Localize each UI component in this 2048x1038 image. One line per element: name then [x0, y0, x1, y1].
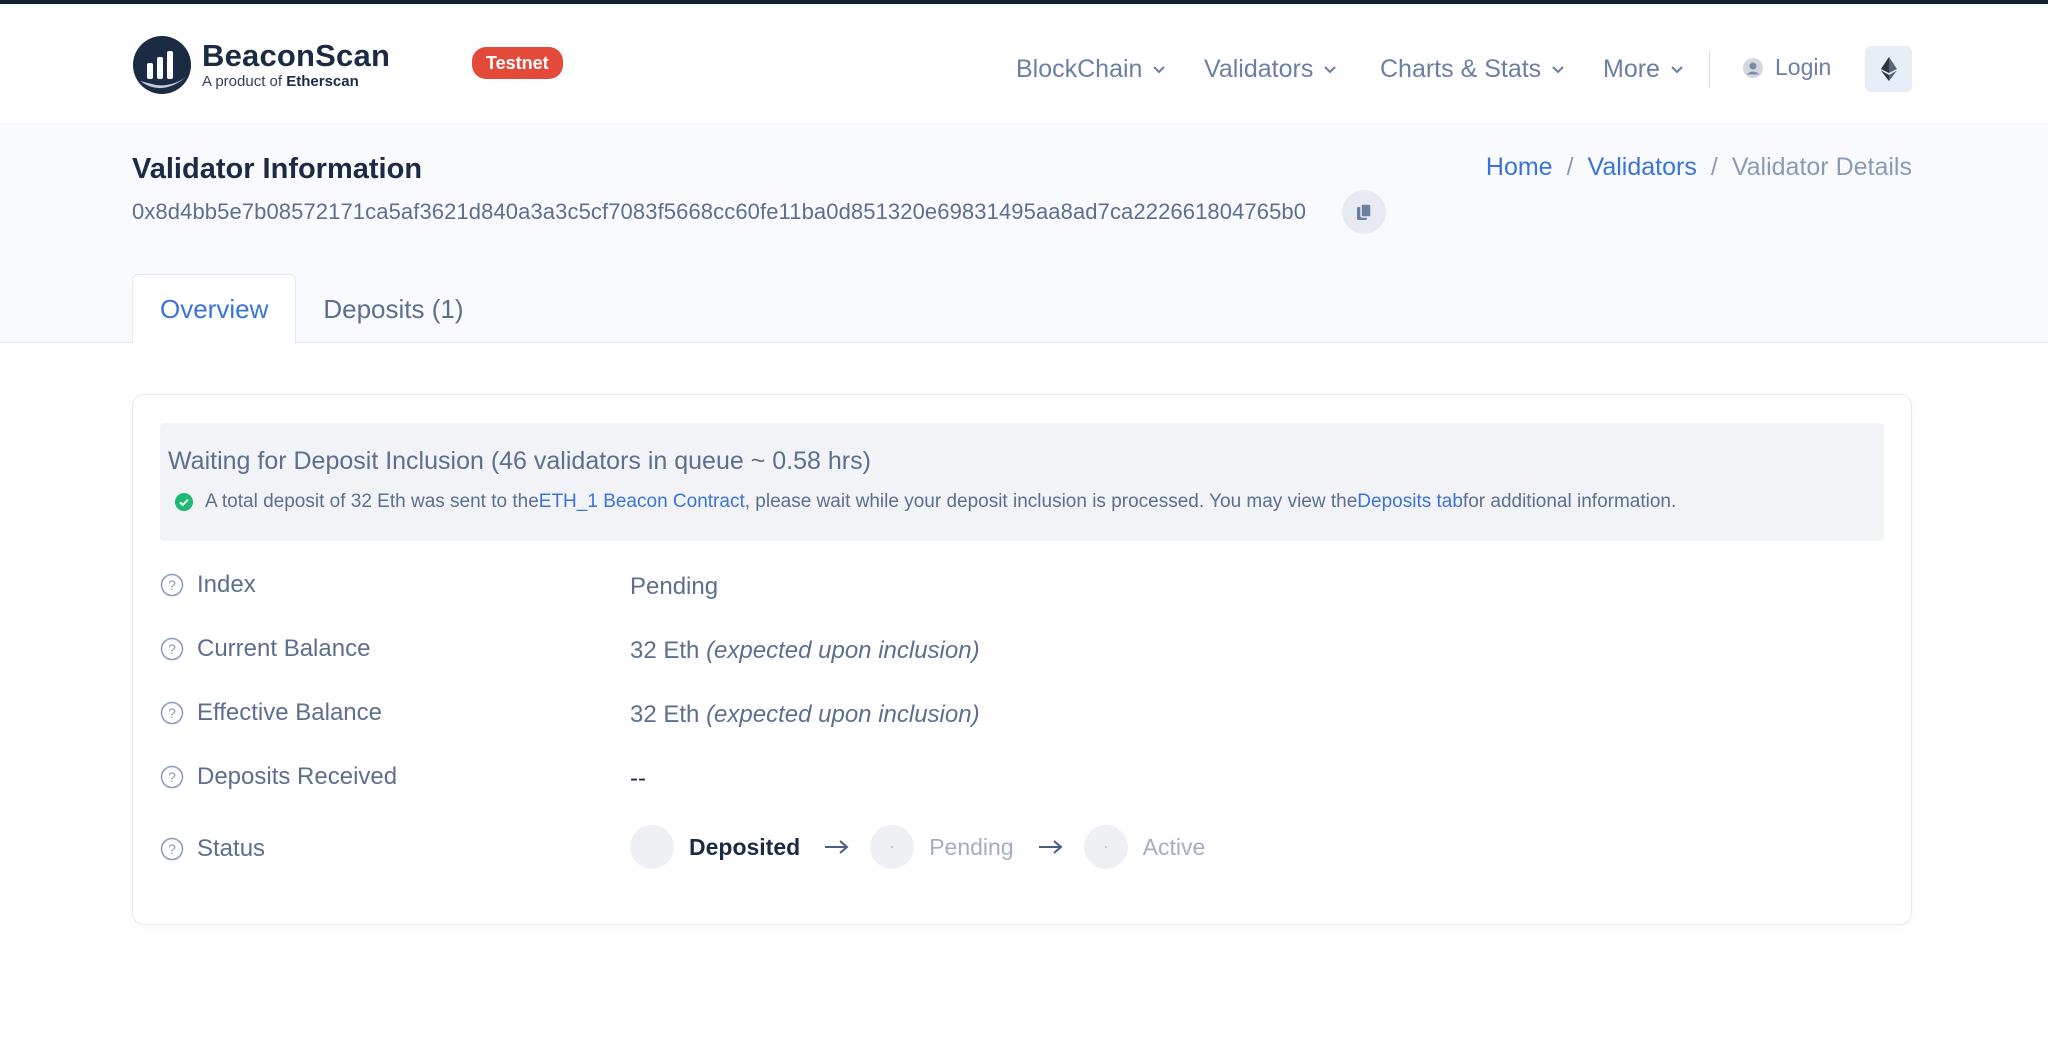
- deposits-tab-link[interactable]: Deposits tab: [1357, 491, 1463, 513]
- effective-balance-amount: 32 Eth: [630, 701, 700, 728]
- effective-balance-note: (expected upon inclusion): [706, 701, 980, 728]
- copy-address-button[interactable]: [1342, 190, 1386, 234]
- login-link[interactable]: Login: [1742, 54, 1831, 81]
- svg-text:?: ?: [168, 769, 176, 785]
- arrow-right-icon: [825, 840, 849, 854]
- brand-name: BeaconScan: [202, 38, 391, 73]
- nav-blockchain-label: BlockChain: [1016, 54, 1143, 83]
- status-step-pending: Pending: [929, 833, 1014, 860]
- nav-blockchain[interactable]: BlockChain: [1016, 50, 1166, 88]
- deposit-status-alert: Waiting for Deposit Inclusion (46 valida…: [160, 423, 1884, 541]
- current-balance-amount: 32 Eth: [630, 637, 700, 664]
- status-step-deposited-circle: [630, 825, 674, 869]
- site-header: BeaconScan A product of Etherscan Testne…: [0, 4, 2048, 123]
- nav-more[interactable]: More: [1603, 50, 1684, 88]
- user-icon: [1743, 57, 1763, 78]
- current-balance-note: (expected upon inclusion): [706, 637, 980, 664]
- chevron-down-icon: [1324, 66, 1337, 74]
- validator-address: 0x8d4bb5e7b08572171ca5af3621d840a3a3c5cf…: [132, 199, 1307, 224]
- tab-overview[interactable]: Overview: [132, 274, 297, 344]
- svg-text:?: ?: [168, 641, 176, 657]
- current-balance-label: Current Balance: [197, 635, 371, 662]
- breadcrumb-validators[interactable]: Validators: [1588, 153, 1697, 182]
- detail-row-deposits-received: ? Deposits Received --: [160, 761, 1884, 801]
- chevron-down-icon: [1153, 66, 1166, 74]
- detail-row-status: ? Status Deposited Pending Active: [160, 825, 1884, 873]
- help-icon[interactable]: ?: [160, 837, 184, 861]
- svg-text:?: ?: [168, 841, 176, 857]
- alert-text: , please wait while your deposit inclusi…: [744, 491, 1358, 512]
- nav-validators-label: Validators: [1204, 54, 1314, 83]
- status-step-deposited: Deposited: [689, 833, 801, 860]
- brand-subtitle: A product of Etherscan: [202, 73, 390, 91]
- svg-text:?: ?: [168, 577, 176, 593]
- svg-text:?: ?: [168, 705, 176, 721]
- breadcrumb-separator: /: [1566, 153, 1574, 181]
- network-selector-button[interactable]: [1865, 46, 1912, 92]
- status-label: Status: [197, 835, 266, 862]
- help-icon[interactable]: ?: [160, 701, 184, 725]
- index-value: Pending: [630, 573, 719, 600]
- deposits-received-value: --: [630, 765, 646, 792]
- copy-icon: [1357, 203, 1372, 220]
- check-circle-icon: [175, 493, 193, 511]
- tab-bar: Overview Deposits (1): [132, 274, 491, 344]
- index-label: Index: [197, 571, 256, 598]
- nav-validators[interactable]: Validators: [1204, 50, 1337, 88]
- ethereum-icon: [1880, 57, 1897, 81]
- validator-overview-card: Waiting for Deposit Inclusion (46 valida…: [132, 394, 1912, 925]
- nav-charts-stats[interactable]: Charts & Stats: [1380, 50, 1565, 88]
- help-icon[interactable]: ?: [160, 573, 184, 597]
- alert-text: for additional information.: [1462, 491, 1677, 512]
- brand-sub-prefix: A product of: [202, 73, 283, 90]
- nav-charts-stats-label: Charts & Stats: [1380, 54, 1542, 83]
- logo[interactable]: BeaconScan A product of Etherscan Testne…: [132, 35, 563, 95]
- status-progress: Deposited Pending Active: [630, 825, 1205, 869]
- breadcrumb-current: Validator Details: [1731, 153, 1912, 181]
- detail-row-effective-balance: ? Effective Balance 32 Eth (expected upo…: [160, 697, 1884, 737]
- status-step-pending-circle: [870, 825, 915, 869]
- help-icon[interactable]: ?: [160, 765, 184, 789]
- effective-balance-value: 32 Eth (expected upon inclusion): [630, 701, 980, 729]
- breadcrumb-separator: /: [1710, 153, 1718, 181]
- chevron-down-icon: [1671, 66, 1683, 74]
- help-icon[interactable]: ?: [160, 637, 184, 661]
- deposits-received-label: Deposits Received: [197, 763, 398, 790]
- brand-sub-name: Etherscan: [286, 73, 359, 90]
- alert-title: Waiting for Deposit Inclusion (46 valida…: [168, 447, 871, 475]
- testnet-badge: Testnet: [472, 47, 563, 79]
- beacon-contract-link[interactable]: ETH_1 Beacon Contract: [539, 491, 745, 513]
- breadcrumb-home[interactable]: Home: [1486, 153, 1553, 182]
- breadcrumb: Home / Validators / Validator Details: [1486, 153, 1912, 182]
- alert-text: A total deposit of 32 Eth was sent to th…: [205, 491, 539, 512]
- alert-message: A total deposit of 32 Eth was sent to th…: [175, 491, 1676, 513]
- nav-more-label: More: [1603, 54, 1660, 83]
- login-label: Login: [1775, 54, 1832, 80]
- tab-deposits[interactable]: Deposits (1): [296, 274, 490, 344]
- effective-balance-label: Effective Balance: [197, 699, 383, 726]
- detail-row-index: ? Index Pending: [160, 569, 1884, 609]
- detail-row-current-balance: ? Current Balance 32 Eth (expected upon …: [160, 633, 1884, 673]
- status-step-active-circle: [1083, 825, 1128, 869]
- page-title: Validator Information: [132, 153, 423, 185]
- beaconscan-logo-icon: [133, 36, 191, 94]
- chevron-down-icon: [1552, 66, 1564, 74]
- status-step-active: Active: [1142, 833, 1206, 860]
- nav-divider: [1709, 50, 1710, 88]
- current-balance-value: 32 Eth (expected upon inclusion): [630, 637, 980, 665]
- arrow-right-icon: [1038, 840, 1063, 854]
- page-header: Validator Information 0x8d4bb5e7b0857217…: [0, 123, 2048, 344]
